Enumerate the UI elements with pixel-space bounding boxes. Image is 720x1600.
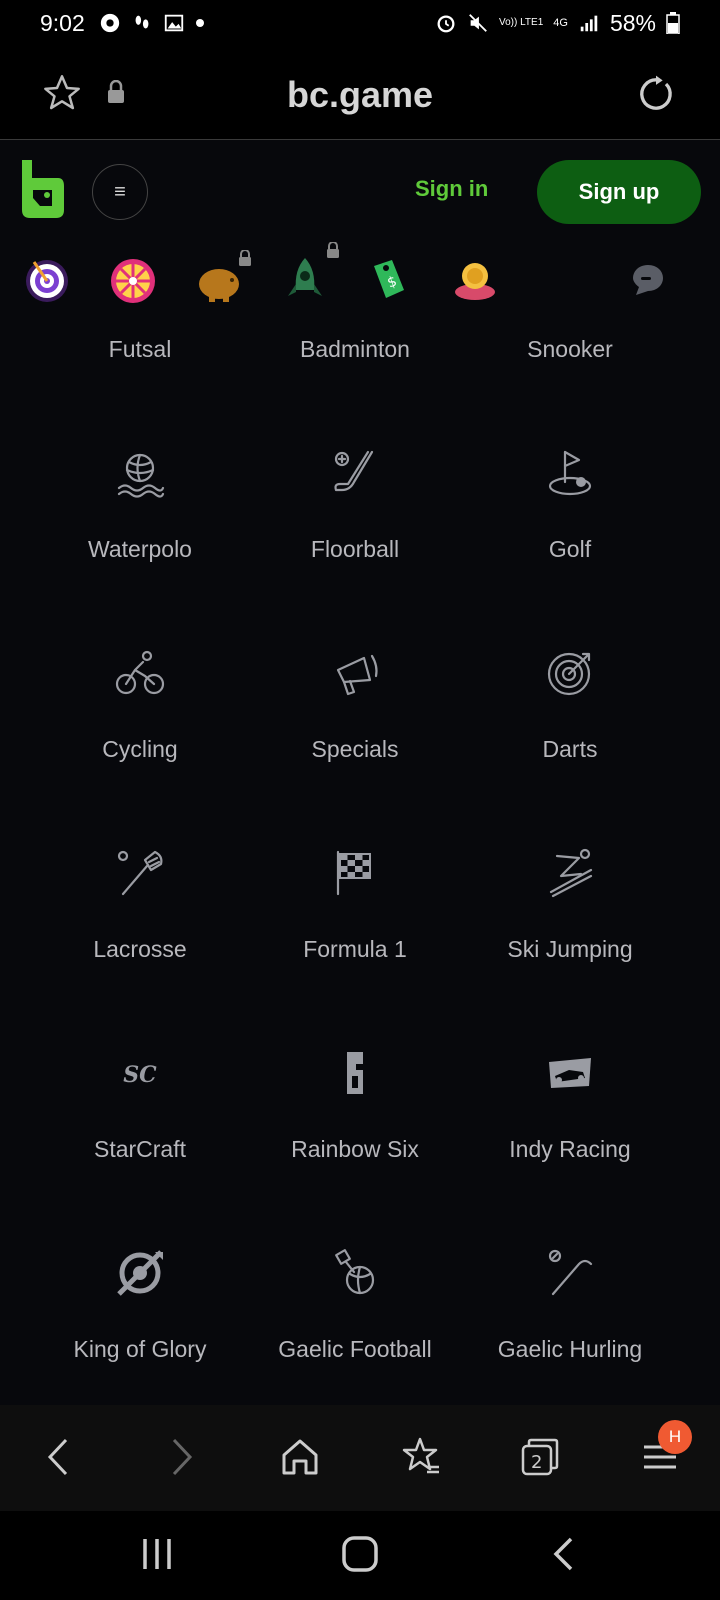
- alarm-icon: [437, 15, 455, 33]
- sport-label: Waterpolo: [88, 536, 192, 562]
- chevron-left-icon: [47, 1438, 68, 1476]
- sport-label: Darts: [542, 736, 598, 762]
- bookmarks-button[interactable]: [396, 1433, 444, 1481]
- sport-label: King of Glory: [73, 1336, 207, 1362]
- sport-tile[interactable]: Gaelic Hurling: [460, 140, 680, 1362]
- sport-label: Specials: [311, 736, 399, 762]
- ski-jumping-icon: [549, 848, 593, 898]
- sport-label: Formula 1: [303, 936, 407, 962]
- checkered-flag-icon: [336, 850, 371, 896]
- forward-button[interactable]: [158, 1433, 206, 1481]
- url-domain[interactable]: bc.game: [0, 74, 720, 116]
- tab-count: 2: [531, 1452, 542, 1473]
- sport-label: Lacrosse: [93, 936, 187, 962]
- svg-text:SC: SC: [123, 1062, 157, 1088]
- sport-label: Ski Jumping: [507, 936, 633, 962]
- tabs-button[interactable]: 2: [516, 1433, 564, 1481]
- starcraft-icon: SC: [123, 1062, 157, 1088]
- sport-tile[interactable]: Gaelic Football: [245, 140, 465, 1362]
- notification-dot-icon: [195, 19, 204, 27]
- waterpolo-icon: [117, 453, 165, 498]
- status-time: 9:02: [40, 9, 85, 36]
- gaelic-football-icon: [335, 1249, 375, 1295]
- signal-icon: [580, 15, 598, 32]
- sport-label: Rainbow Six: [291, 1136, 419, 1162]
- home-button[interactable]: [276, 1433, 324, 1481]
- sport-tile[interactable]: King of Glory: [30, 140, 250, 1362]
- browser-url-bar: bc.game: [0, 46, 720, 140]
- sport-label: Futsal: [108, 336, 172, 362]
- sport-label: Badminton: [300, 336, 410, 362]
- sport-label: Gaelic Hurling: [497, 1336, 643, 1362]
- darts-icon: [547, 652, 591, 696]
- sport-label: StarCraft: [93, 1136, 187, 1162]
- cycling-icon: [115, 650, 165, 695]
- megaphone-icon: [336, 654, 378, 696]
- sport-label: Golf: [548, 536, 592, 562]
- rainbow-six-icon: [347, 1052, 363, 1094]
- bookmarks-star-icon: [402, 1437, 439, 1474]
- home-circle-icon: [342, 1536, 378, 1572]
- back-button[interactable]: [34, 1433, 82, 1481]
- sport-label: Snooker: [527, 336, 613, 362]
- tabs-icon: 2: [521, 1438, 559, 1476]
- android-nav-bar: [0, 1511, 720, 1600]
- gallery-icon: [164, 14, 183, 32]
- sport-label: Floorball: [310, 536, 400, 562]
- recent-apps-button[interactable]: [127, 1529, 187, 1579]
- status-bar: 9:02 Vo)) LTE1 4G 58%: [0, 0, 720, 46]
- chrome-icon: [100, 13, 119, 33]
- king-of-glory-icon: [117, 1250, 163, 1296]
- battery-percent: 58%: [609, 9, 656, 36]
- sport-label: Cycling: [102, 736, 178, 762]
- gaelic-hurling-icon: [548, 1249, 593, 1296]
- sport-label: Indy Racing: [509, 1136, 631, 1162]
- mute-icon: [469, 14, 487, 32]
- browser-toolbar: 2 H: [0, 1405, 720, 1511]
- home-nav-button[interactable]: [330, 1529, 390, 1579]
- reload-icon[interactable]: [636, 74, 676, 114]
- profile-badge: H: [658, 1420, 692, 1454]
- indy-racing-icon: [549, 1058, 591, 1088]
- network-label: 4G: [553, 17, 568, 29]
- recent-apps-icon: [143, 1539, 171, 1569]
- footsteps-icon: [135, 15, 149, 29]
- floorball-icon: [334, 450, 374, 492]
- sport-label: Gaelic Football: [278, 1336, 432, 1362]
- home-icon: [282, 1439, 318, 1475]
- chevron-right-icon: [172, 1438, 193, 1476]
- back-nav-button[interactable]: [533, 1529, 593, 1579]
- site-viewport: ≡ Sign in Sign up $ Futsal Badminton Snook…: [0, 140, 720, 1405]
- volte-label: Vo)) LTE1: [498, 17, 544, 28]
- golf-icon: [548, 450, 592, 496]
- battery-icon: [666, 12, 680, 34]
- lacrosse-icon: [117, 850, 163, 896]
- back-arrow-icon: [553, 1537, 573, 1571]
